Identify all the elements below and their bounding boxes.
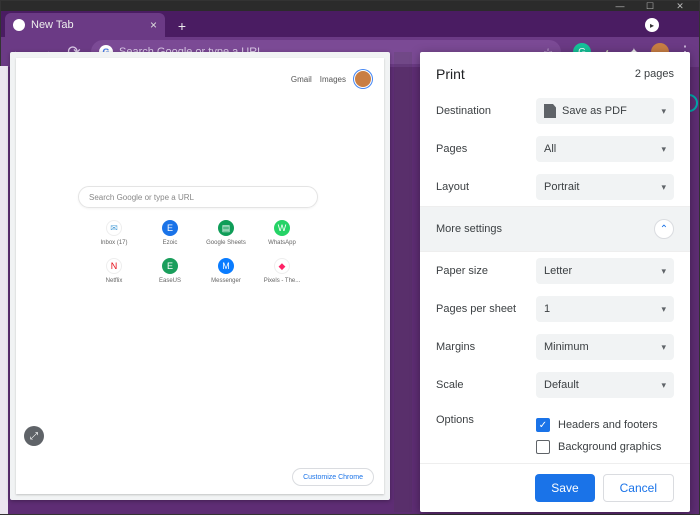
window-close-button[interactable]: ✕	[665, 1, 695, 11]
preview-shortcut-tile: ◆ Pixels - The...	[254, 258, 310, 284]
preview-shortcuts-grid: ✉ Inbox (17) E Ezoic ▤ Google Sheets W WhatsApp…	[86, 220, 310, 284]
scale-select[interactable]: Default ▾	[536, 372, 674, 398]
shortcut-label: WhatsApp	[268, 240, 296, 246]
preview-top-links: Gmail Images	[291, 70, 372, 88]
headers-footers-label: Headers and footers	[558, 419, 658, 431]
content-area: Gmail Images Search Google or type a URL…	[0, 66, 700, 515]
window-max-button[interactable]: ☐	[635, 1, 665, 11]
customize-chrome-button: Customize Chrome	[292, 468, 374, 486]
preview-shortcut-tile: N Netflix	[86, 258, 142, 284]
shortcut-label: Pixels - The...	[264, 278, 301, 284]
print-page-count: 2 pages	[635, 68, 674, 80]
print-dialog: Print 2 pages Destination Save as PDF ▾ …	[420, 52, 690, 512]
print-dialog-header: Print 2 pages	[420, 52, 690, 92]
chevron-down-icon: ▾	[661, 342, 666, 353]
margins-value: Minimum	[544, 341, 589, 353]
options-label: Options	[436, 414, 536, 426]
scale-value: Default	[544, 379, 579, 391]
preview-shortcut-tile: E Ezoic	[142, 220, 198, 246]
layout-label: Layout	[436, 181, 536, 193]
shortcut-icon: E	[162, 258, 178, 274]
destination-label: Destination	[436, 105, 536, 117]
print-preview-panel: Gmail Images Search Google or type a URL…	[10, 52, 390, 500]
print-dialog-footer: Save Cancel	[420, 463, 690, 512]
chevron-down-icon: ▾	[661, 380, 666, 391]
preview-avatar-icon	[354, 70, 372, 88]
cancel-button[interactable]: Cancel	[603, 474, 674, 502]
margins-label: Margins	[436, 341, 536, 353]
pages-label: Pages	[436, 143, 536, 155]
shortcut-label: Netflix	[106, 278, 123, 284]
shortcut-icon: ◆	[274, 258, 290, 274]
print-title: Print	[436, 66, 465, 82]
window-min-button[interactable]: —	[605, 1, 635, 11]
expand-preview-button[interactable]: ⤢	[24, 426, 44, 446]
chevron-down-icon: ▾	[661, 106, 666, 117]
preview-search-placeholder: Search Google or type a URL	[89, 193, 194, 202]
chevron-down-icon: ▾	[661, 304, 666, 315]
chevron-down-icon: ▾	[661, 182, 666, 193]
pdf-icon	[544, 104, 556, 118]
paper-size-label: Paper size	[436, 265, 536, 277]
destination-value: Save as PDF	[562, 105, 627, 117]
tab-strip: New Tab × + ▸	[1, 11, 699, 37]
shortcut-label: Ezoic	[163, 240, 178, 246]
destination-select[interactable]: Save as PDF ▾	[536, 98, 674, 124]
preview-shortcut-tile: W WhatsApp	[254, 220, 310, 246]
save-button[interactable]: Save	[535, 474, 594, 502]
images-link: Images	[320, 75, 346, 84]
tab-favicon	[13, 19, 25, 31]
pps-value: 1	[544, 303, 550, 315]
print-dialog-body[interactable]: Destination Save as PDF ▾ Pages All ▾ La…	[420, 92, 690, 463]
background-window-strip	[0, 66, 8, 514]
preview-search-box: Search Google or type a URL	[78, 186, 318, 208]
pages-value: All	[544, 143, 556, 155]
shortcut-icon: W	[274, 220, 290, 236]
shortcut-label: Google Sheets	[206, 240, 246, 246]
preview-shortcut-tile: E EaseUS	[142, 258, 198, 284]
pages-select[interactable]: All ▾	[536, 136, 674, 162]
tab-close-icon[interactable]: ×	[150, 18, 157, 32]
tab-title: New Tab	[31, 19, 74, 31]
tab-newtab[interactable]: New Tab ×	[5, 13, 165, 37]
media-control-icon[interactable]: ▸	[645, 18, 659, 32]
shortcut-label: EaseUS	[159, 278, 181, 284]
headers-footers-checkbox[interactable]: ✓	[536, 418, 550, 432]
layout-select[interactable]: Portrait ▾	[536, 174, 674, 200]
pps-select[interactable]: 1 ▾	[536, 296, 674, 322]
shortcut-label: Inbox (17)	[100, 240, 127, 246]
chevron-down-icon: ▾	[661, 266, 666, 277]
shortcut-icon: ✉	[106, 220, 122, 236]
layout-value: Portrait	[544, 181, 579, 193]
paper-size-value: Letter	[544, 265, 572, 277]
chevron-up-icon: ⌃	[654, 219, 674, 239]
preview-shortcut-tile: M Messenger	[198, 258, 254, 284]
window-titlebar: — ☐ ✕	[1, 1, 699, 11]
new-tab-button[interactable]: +	[171, 15, 193, 37]
pps-label: Pages per sheet	[436, 303, 536, 315]
chevron-down-icon: ▾	[661, 144, 666, 155]
preview-scrim	[394, 52, 412, 512]
shortcut-label: Messenger	[211, 278, 241, 284]
shortcut-icon: ▤	[218, 220, 234, 236]
preview-shortcut-tile: ✉ Inbox (17)	[86, 220, 142, 246]
margins-select[interactable]: Minimum ▾	[536, 334, 674, 360]
preview-shortcut-tile: ▤ Google Sheets	[198, 220, 254, 246]
shortcut-icon: N	[106, 258, 122, 274]
shortcut-icon: M	[218, 258, 234, 274]
background-graphics-checkbox[interactable]	[536, 440, 550, 454]
more-settings-label: More settings	[436, 223, 502, 235]
paper-size-select[interactable]: Letter ▾	[536, 258, 674, 284]
gmail-link: Gmail	[291, 75, 312, 84]
more-settings-toggle[interactable]: More settings ⌃	[420, 206, 690, 252]
scale-label: Scale	[436, 379, 536, 391]
background-graphics-label: Background graphics	[558, 441, 661, 453]
print-preview-page: Gmail Images Search Google or type a URL…	[16, 58, 384, 494]
shortcut-icon: E	[162, 220, 178, 236]
